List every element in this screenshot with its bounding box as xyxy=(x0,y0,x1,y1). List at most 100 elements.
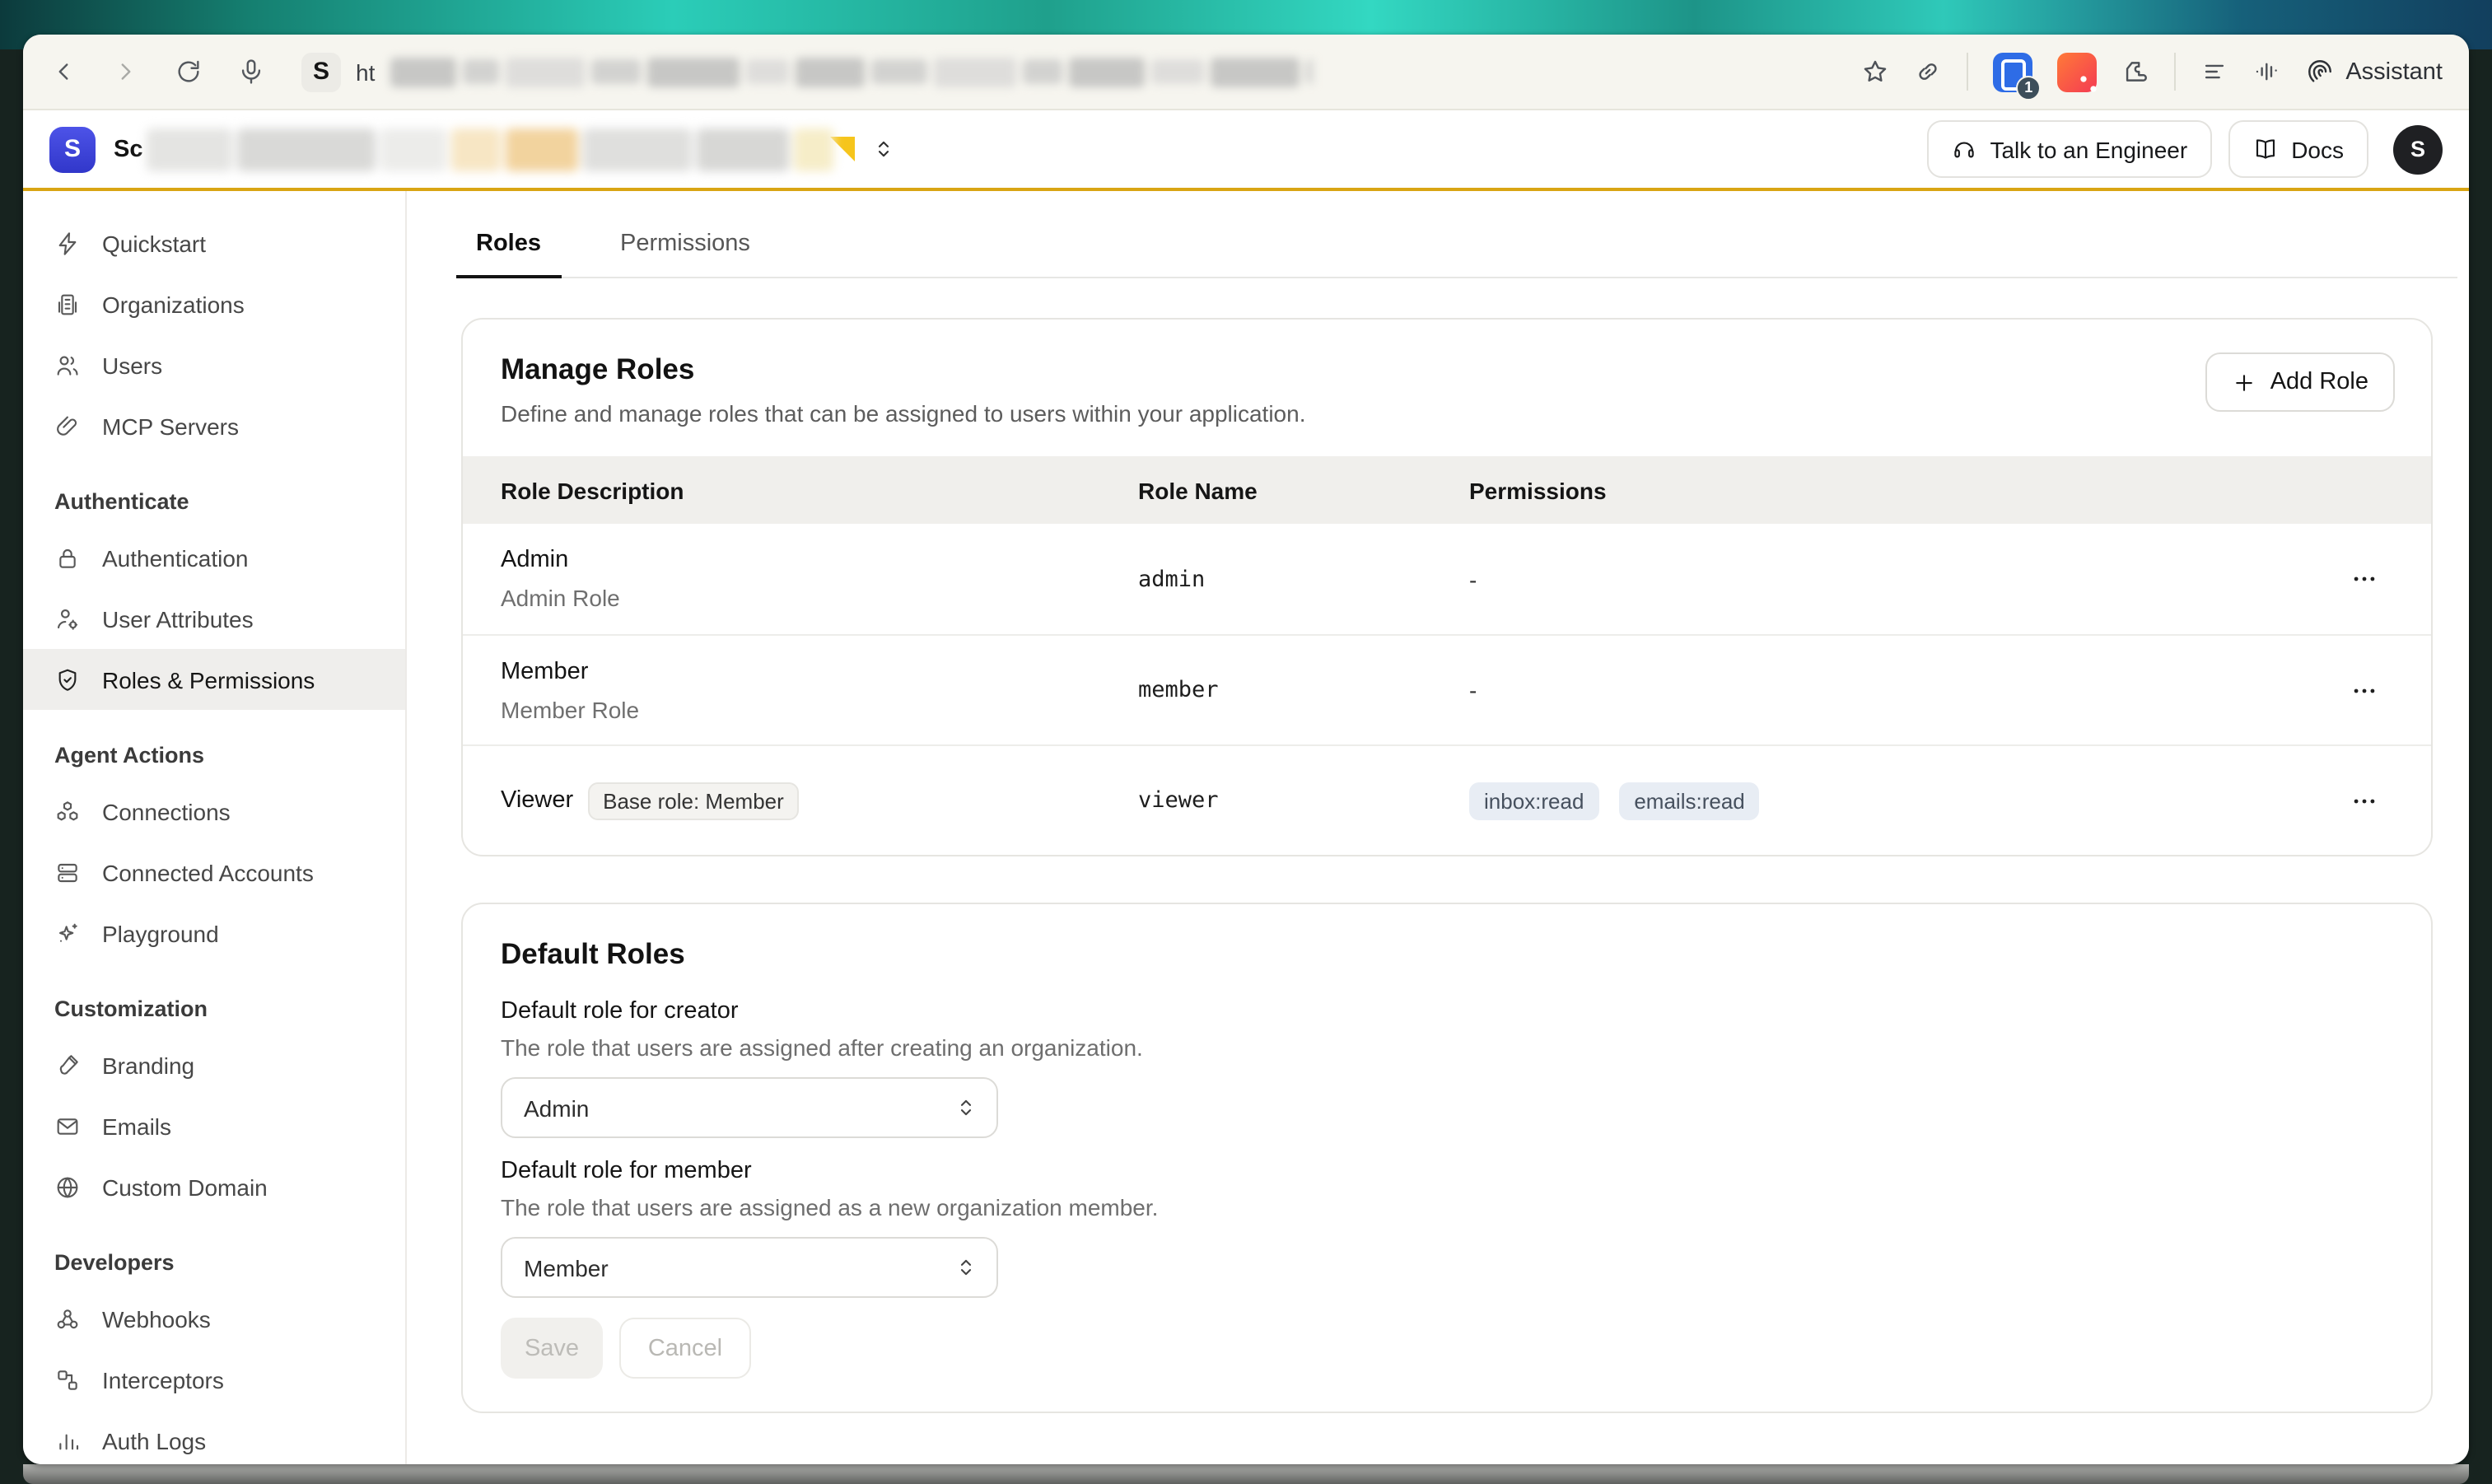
building-icon xyxy=(54,291,81,317)
table-row-viewer: Viewer Base role: Member viewer inbox:re… xyxy=(463,744,2431,855)
table-row-member: Member Member Role member - xyxy=(463,634,2431,744)
toolbar-divider xyxy=(1967,53,1968,91)
assistant-label: Assistant xyxy=(2345,58,2443,85)
role-description: Member Role xyxy=(501,696,1138,722)
bookmark-star-icon[interactable] xyxy=(1861,58,1889,86)
paintbrush-icon xyxy=(54,1052,81,1078)
sidebar-item-label: Emails xyxy=(102,1113,171,1139)
default-roles-actions: Save Cancel xyxy=(501,1318,2393,1379)
browser-window: S ht 1 Assistant xyxy=(23,35,2469,1464)
sidebar-item-roles-permissions[interactable]: Roles & Permissions xyxy=(23,649,405,710)
lock-icon xyxy=(54,544,81,571)
sidebar-item-users[interactable]: Users xyxy=(23,334,405,395)
row-actions-button[interactable] xyxy=(2334,777,2393,824)
sidebar-item-auth-logs[interactable]: Auth Logs xyxy=(23,1410,405,1464)
user-avatar[interactable]: S xyxy=(2393,124,2443,174)
extensions-puzzle-icon[interactable] xyxy=(2121,58,2149,86)
sidebar-item-label: Quickstart xyxy=(102,230,206,256)
sidebar-item-user-attributes[interactable]: User Attributes xyxy=(23,588,405,649)
forward-icon[interactable] xyxy=(112,58,140,86)
row-actions-button[interactable] xyxy=(2334,556,2393,602)
table-row-admin: Admin Admin Role admin - xyxy=(463,524,2431,634)
reader-menu-icon[interactable] xyxy=(2200,58,2228,86)
copy-link-icon[interactable] xyxy=(1914,58,1942,86)
sidebar-item-label: Webhooks xyxy=(102,1305,211,1332)
sidebar-item-custom-domain[interactable]: Custom Domain xyxy=(23,1156,405,1217)
manage-roles-title: Manage Roles xyxy=(501,352,1306,387)
column-role-name: Role Name xyxy=(1138,477,1469,503)
sidebar-section-developers: Developers xyxy=(23,1217,405,1288)
address-bar[interactable]: S ht xyxy=(301,52,1861,91)
interceptor-icon xyxy=(54,1366,81,1393)
creator-role-value: Admin xyxy=(524,1094,589,1121)
role-display-name: Viewer xyxy=(501,787,573,814)
sidebar-item-quickstart[interactable]: Quickstart xyxy=(23,212,405,273)
manage-roles-card: Manage Roles Define and manage roles tha… xyxy=(461,318,2433,856)
sidebar-item-mcp-servers[interactable]: MCP Servers xyxy=(23,395,405,456)
role-description: Admin Role xyxy=(501,585,1138,611)
paperclip-icon xyxy=(54,413,81,439)
tabs: Roles Permissions xyxy=(456,217,2457,278)
chevrons-up-down-icon xyxy=(954,1255,978,1280)
sidebar-item-interceptors[interactable]: Interceptors xyxy=(23,1349,405,1410)
microphone-icon[interactable] xyxy=(237,58,265,86)
url-text: ht xyxy=(356,58,375,85)
back-icon[interactable] xyxy=(49,58,77,86)
role-key: member xyxy=(1138,677,1469,703)
member-role-value: Member xyxy=(524,1254,609,1281)
browser-toolbar: S ht 1 Assistant xyxy=(23,35,2469,110)
member-role-select[interactable]: Member xyxy=(501,1237,998,1298)
main-content: Roles Permissions Manage Roles Define an… xyxy=(407,191,2469,1464)
default-roles-card: Default Roles Default role for creator T… xyxy=(461,903,2433,1413)
desktop: S ht 1 Assistant xyxy=(0,0,2492,1484)
audio-equalizer-icon[interactable] xyxy=(2253,58,2281,86)
sidebar-item-authentication[interactable]: Authentication xyxy=(23,527,405,588)
row-actions-button[interactable] xyxy=(2334,667,2393,713)
browser-toolbar-right: 1 Assistant xyxy=(1861,52,2443,91)
sidebar-item-organizations[interactable]: Organizations xyxy=(23,273,405,334)
role-key: admin xyxy=(1138,566,1469,592)
environment-switcher[interactable]: Sc xyxy=(114,128,896,170)
site-favicon: S xyxy=(301,52,341,91)
talk-to-engineer-button[interactable]: Talk to an Engineer xyxy=(1927,120,2212,178)
sidebar-item-label: Branding xyxy=(102,1052,194,1078)
assistant-button[interactable]: Assistant xyxy=(2306,58,2443,86)
role-permissions: - xyxy=(1469,566,2271,592)
sidebar-item-label: User Attributes xyxy=(102,605,254,632)
docs-label: Docs xyxy=(2291,136,2344,162)
save-button[interactable]: Save xyxy=(501,1318,603,1379)
redacted-org-name xyxy=(147,128,833,170)
sidebar-item-playground[interactable]: Playground xyxy=(23,903,405,964)
role-display-name: Member xyxy=(501,658,1138,684)
app-logo: S xyxy=(49,126,96,172)
sidebar-item-label: Playground xyxy=(102,920,219,946)
cancel-button[interactable]: Cancel xyxy=(619,1318,751,1379)
sidebar-item-connections[interactable]: Connections xyxy=(23,781,405,842)
assistant-ear-icon xyxy=(2306,58,2334,86)
sidebar-item-label: Custom Domain xyxy=(102,1174,268,1200)
tab-roles[interactable]: Roles xyxy=(456,217,561,278)
docs-button[interactable]: Docs xyxy=(2228,120,2368,178)
sidebar-item-branding[interactable]: Branding xyxy=(23,1034,405,1095)
sidebar-item-connected-accounts[interactable]: Connected Accounts xyxy=(23,842,405,903)
role-key: viewer xyxy=(1138,787,1469,814)
ellipsis-icon xyxy=(2350,565,2378,593)
extension-red-icon[interactable] xyxy=(2057,52,2097,91)
webhook-icon xyxy=(54,1305,81,1332)
add-role-button[interactable]: Add Role xyxy=(2206,352,2395,412)
creator-role-select[interactable]: Admin xyxy=(501,1077,998,1138)
extension-blue-icon[interactable]: 1 xyxy=(1993,52,2032,91)
add-role-label: Add Role xyxy=(2270,369,2368,395)
reload-icon[interactable] xyxy=(175,58,203,86)
shield-check-icon xyxy=(54,666,81,693)
member-role-label: Default role for member xyxy=(501,1158,2393,1184)
browser-nav xyxy=(49,58,265,86)
sidebar-item-emails[interactable]: Emails xyxy=(23,1095,405,1156)
base-role-badge: Base role: Member xyxy=(588,782,799,819)
app-header: S Sc Talk to an Engineer xyxy=(23,110,2469,191)
org-name: Sc xyxy=(114,136,143,162)
roles-table-header: Role Description Role Name Permissions xyxy=(463,456,2431,524)
sidebar-item-webhooks[interactable]: Webhooks xyxy=(23,1288,405,1349)
permission-badge: inbox:read xyxy=(1469,782,1598,819)
tab-permissions[interactable]: Permissions xyxy=(600,217,770,278)
